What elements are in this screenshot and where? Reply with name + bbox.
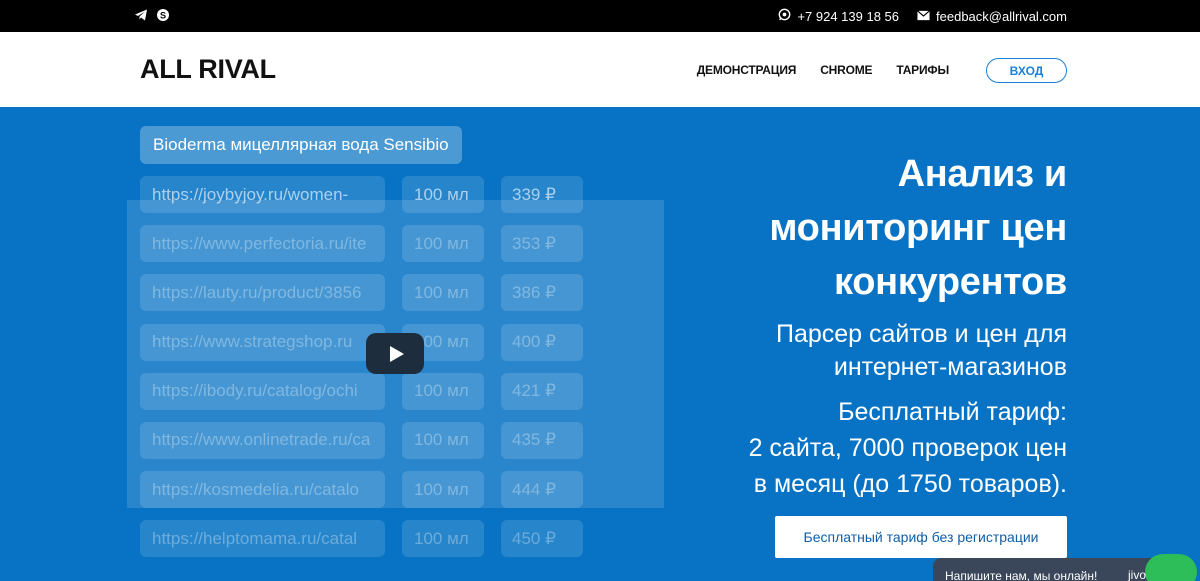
skype-icon[interactable]: S xyxy=(156,8,170,27)
nav-chrome[interactable]: CHROME xyxy=(820,63,872,77)
chat-label: Напишите нам, мы онлайн! xyxy=(945,569,1098,581)
play-icon xyxy=(389,345,404,362)
jivo-logo: jivo xyxy=(1128,568,1147,581)
phone-number: +7 924 139 18 56 xyxy=(797,8,900,24)
svg-text:S: S xyxy=(160,11,166,21)
hero-title-line: Анализ и xyxy=(897,153,1068,195)
free-plan-button[interactable]: Бесплатный тариф без регистрации xyxy=(775,516,1067,558)
envelope-icon xyxy=(917,9,930,24)
row-url: https://helptomama.ru/catal xyxy=(140,520,385,558)
logo[interactable]: ALL RIVAL xyxy=(140,54,276,85)
chat-widget[interactable]: Напишите нам, мы онлайн! jivo xyxy=(933,554,1197,581)
nav-tariffs[interactable]: ТАРИФЫ xyxy=(896,63,949,77)
whatsapp-icon xyxy=(778,8,791,24)
hero-subtitle: Парсер сайтов и цен для интернет-магазин… xyxy=(647,318,1067,384)
chat-bubble-icon xyxy=(1145,554,1197,581)
phone-link[interactable]: +7 924 139 18 56 xyxy=(778,8,899,24)
site-header: ALL RIVAL ДЕМОНСТРАЦИЯ CHROME ТАРИФЫ ВХО… xyxy=(0,32,1200,107)
hero-subtitle-line: Парсер сайтов и цен для xyxy=(775,320,1067,348)
telegram-icon[interactable] xyxy=(134,8,148,27)
email-address: feedback@allrival.com xyxy=(936,8,1067,24)
free-plan-line: Бесплатный тариф: xyxy=(838,398,1067,426)
free-plan-line: в месяц (до 1750 товаров). xyxy=(753,470,1067,498)
free-plan-line: 2 сайта, 7000 проверок цен xyxy=(748,434,1067,462)
hero-title: Анализ и мониторинг цен конкурентов xyxy=(647,147,1067,309)
main-nav: ДЕМОНСТРАЦИЯ CHROME ТАРИФЫ xyxy=(697,32,949,107)
nav-demo[interactable]: ДЕМОНСТРАЦИЯ xyxy=(697,63,797,77)
top-bar: S +7 924 139 18 56 feedback@allrival.com xyxy=(0,0,1200,32)
hero-title-line: конкурентов xyxy=(833,261,1067,303)
login-button[interactable]: ВХОД xyxy=(986,58,1067,83)
hero-subtitle-line: интернет-магазинов xyxy=(833,353,1067,381)
row-volume: 100 мл xyxy=(402,520,484,558)
social-links: S xyxy=(134,8,170,27)
email-link[interactable]: feedback@allrival.com xyxy=(917,9,1067,24)
demo-product-title: Bioderma мицеллярная вода Sensibio xyxy=(140,126,462,164)
free-plan-text: Бесплатный тариф: 2 сайта, 7000 проверок… xyxy=(647,394,1067,502)
play-button[interactable] xyxy=(366,333,424,374)
row-price: 450 ₽ xyxy=(501,520,583,558)
hero-section: Bioderma мицеллярная вода Sensibio https… xyxy=(0,107,1200,581)
hero-title-line: мониторинг цен xyxy=(769,207,1067,249)
contacts: +7 924 139 18 56 feedback@allrival.com xyxy=(778,0,1067,32)
